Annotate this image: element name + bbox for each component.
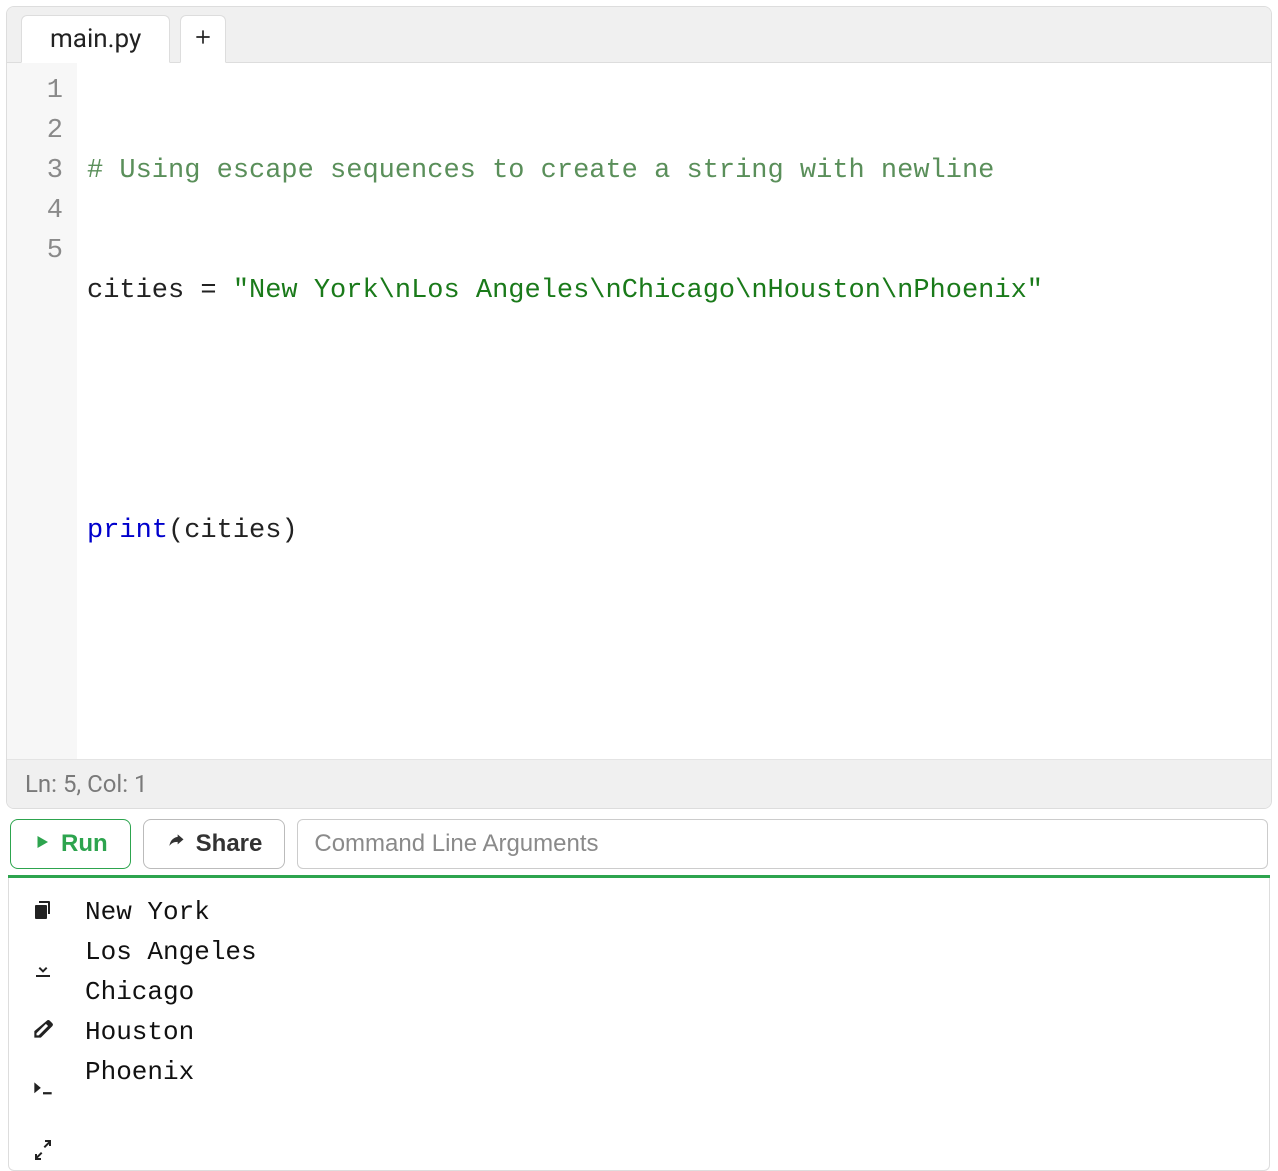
expand-output-button[interactable] [25, 1134, 61, 1170]
code-comment: # Using escape sequences to create a str… [87, 156, 994, 186]
code-string: Houston [768, 276, 881, 306]
line-number: 1 [15, 71, 63, 111]
output-line: Chicago [85, 977, 194, 1007]
code-content[interactable]: # Using escape sequences to create a str… [77, 63, 1271, 759]
toolbar: Run Share [0, 809, 1278, 875]
code-editor[interactable]: 1 2 3 4 5 # Using escape sequences to cr… [7, 63, 1271, 759]
code-string: Los Angeles [411, 276, 589, 306]
code-argument: cities [184, 516, 281, 546]
code-operator: = [184, 276, 233, 306]
code-string: New York [249, 276, 379, 306]
line-number: 4 [15, 191, 63, 231]
eraser-icon [30, 1017, 56, 1047]
run-button-label: Run [61, 830, 108, 858]
output-content[interactable]: New York Los Angeles Chicago Houston Pho… [77, 878, 1269, 1170]
line-number: 5 [15, 231, 63, 271]
code-variable: cities [87, 276, 184, 306]
code-escape: \n [589, 276, 621, 306]
new-tab-button[interactable] [180, 15, 226, 63]
code-string: Phoenix [913, 276, 1026, 306]
tab-bar: main.py [7, 7, 1271, 63]
share-button-label: Share [196, 830, 263, 858]
status-bar: Ln: 5, Col: 1 [7, 759, 1271, 808]
expand-icon [31, 1138, 55, 1166]
code-string-quote: " [233, 276, 249, 306]
editor-panel: main.py 1 2 3 4 5 # Using escape sequenc… [6, 6, 1272, 809]
code-escape: \n [735, 276, 767, 306]
share-icon [166, 830, 186, 858]
copy-icon [31, 898, 55, 926]
tab-main-py[interactable]: main.py [21, 15, 170, 63]
code-paren: ( [168, 516, 184, 546]
output-line: New York [85, 897, 210, 927]
code-function: print [87, 516, 168, 546]
download-icon [31, 958, 55, 986]
terminal-icon [30, 1077, 56, 1107]
clear-output-button[interactable] [25, 1014, 61, 1050]
output-panel: New York Los Angeles Chicago Houston Pho… [8, 878, 1270, 1171]
output-line: Phoenix [85, 1057, 194, 1087]
command-line-args-input[interactable] [297, 819, 1268, 869]
code-escape: \n [379, 276, 411, 306]
code-string-quote: " [1027, 276, 1043, 306]
line-number: 2 [15, 111, 63, 151]
download-output-button[interactable] [25, 954, 61, 990]
terminal-button[interactable] [25, 1074, 61, 1110]
code-string: Chicago [622, 276, 735, 306]
code-escape: \n [881, 276, 913, 306]
line-number: 3 [15, 151, 63, 191]
line-gutter: 1 2 3 4 5 [7, 63, 77, 759]
copy-output-button[interactable] [25, 894, 61, 930]
output-line: Houston [85, 1017, 194, 1047]
output-sidebar [9, 878, 77, 1170]
plus-icon [193, 27, 213, 51]
play-icon [33, 830, 51, 858]
cursor-position: Ln: 5, Col: 1 [25, 770, 148, 798]
code-paren: ) [281, 516, 297, 546]
output-line: Los Angeles [85, 937, 257, 967]
tab-label: main.py [50, 24, 141, 54]
run-button[interactable]: Run [10, 819, 131, 869]
share-button[interactable]: Share [143, 819, 286, 869]
